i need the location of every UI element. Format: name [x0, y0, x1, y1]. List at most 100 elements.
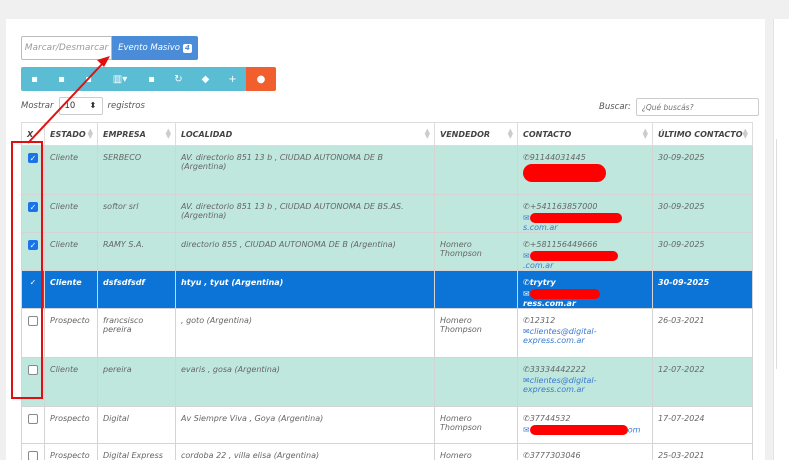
- phone-icon: ✆: [523, 451, 530, 460]
- table-row[interactable]: Cliente pereira evaris , gosa (Argentina…: [21, 357, 753, 407]
- col-ultimo-contacto[interactable]: ÚLTIMO CONTACTO ▲ ▼: [652, 122, 753, 146]
- contact-phone: 33334442222: [529, 365, 586, 374]
- cell-localidad: Av Siempre Viva , Goya (Argentina): [175, 406, 435, 444]
- page-length-value: 10: [64, 101, 76, 111]
- cell-vendedor: [434, 357, 518, 407]
- cell-localidad: AV. directorio 851 13 b , CIUDAD AUTONOM…: [175, 145, 435, 195]
- excel-icon[interactable]: ▪: [48, 67, 75, 91]
- table-row[interactable]: Prospecto francsisco pereira , goto (Arg…: [21, 308, 753, 358]
- annotation-highlight-box: [11, 141, 43, 399]
- cell-estado: Cliente: [44, 357, 98, 407]
- search-control: Buscar:: [599, 98, 759, 116]
- search-label: Buscar:: [599, 102, 631, 112]
- table-row[interactable]: ✓ Cliente RAMY S.A. directorio 855 , CIU…: [21, 232, 753, 271]
- contact-phone: 37744532: [529, 414, 571, 423]
- cell-empresa: softor srl: [97, 194, 176, 233]
- pdf-icon[interactable]: ▪: [138, 67, 165, 91]
- selected-count-badge: 4: [182, 43, 192, 53]
- col-estado[interactable]: ESTADO ▲ ▼: [44, 122, 98, 146]
- col-localidad[interactable]: LOCALIDAD ▲ ▼: [175, 122, 435, 146]
- table-row[interactable]: Prospecto Digital Express cordoba 22 , v…: [21, 443, 753, 460]
- cell-estado: Cliente: [44, 232, 98, 271]
- cell-ultimo: 12-07-2022: [652, 357, 753, 407]
- col-empresa[interactable]: EMPRESA ▲ ▼: [97, 122, 176, 146]
- cell-contacto: ✆33334442222 ✉clientes@digital-express.c…: [517, 357, 653, 407]
- contact-email: om: [627, 425, 641, 435]
- mail-icon: ✉: [523, 251, 530, 261]
- table-header-row: X ESTADO ▲ ▼ EMPRESA ▲ ▼ LOCALIDAD ▲ ▼ VENDEDO…: [21, 122, 753, 146]
- search-input[interactable]: [635, 98, 759, 116]
- phone-icon: ✆: [523, 316, 530, 325]
- mail-icon: ✉: [523, 289, 530, 299]
- cell-contacto: ✆12312 ✉clientes@digital-express.com.ar: [517, 308, 653, 358]
- cell-estado: Prospecto: [44, 406, 98, 444]
- cell-localidad: htyu , tyut (Argentina): [175, 270, 435, 309]
- cell-empresa: Digital Express: [97, 443, 176, 460]
- cell-empresa: RAMY S.A.: [97, 232, 176, 271]
- contact-phone: +541163857000: [529, 202, 598, 211]
- contact-phone: 12312: [529, 316, 556, 325]
- cell-estado: Prospecto: [44, 443, 98, 460]
- row-checkbox[interactable]: [28, 451, 38, 460]
- page-length-control: Mostrar 10 ⬍ registros: [21, 97, 145, 115]
- cell-contacto: ✆37744532 ✉ om: [517, 406, 653, 444]
- contact-phone: 91144031445: [529, 153, 586, 162]
- contact-phone: 3777303046: [529, 451, 581, 460]
- add-icon[interactable]: +: [219, 67, 246, 91]
- mass-action-group: Marcar/Desmarcar Evento Masivo 4: [21, 36, 198, 60]
- phone-icon: ✆: [523, 365, 530, 374]
- contact-phone: +581156449666: [529, 240, 598, 249]
- table-row[interactable]: ✓ Cliente SERBECO AV. directorio 851 13 …: [21, 145, 753, 195]
- cell-localidad: , goto (Argentina): [175, 308, 435, 358]
- cell-contacto: ✆+581156449666 ✉.com.ar: [517, 232, 653, 271]
- page-length-select[interactable]: 10 ⬍: [58, 97, 103, 115]
- mail-icon: ✉: [523, 327, 530, 336]
- contact-email: s.com.ar: [523, 223, 558, 232]
- copy-icon[interactable]: ▪: [21, 67, 48, 91]
- col-contacto[interactable]: CONTACTO ▲ ▼: [517, 122, 653, 146]
- redaction-mark: [529, 289, 600, 299]
- cell-estado: Cliente: [44, 194, 98, 233]
- cell-localidad: directorio 855 , CIUDAD AUTONOMA DE B (A…: [175, 232, 435, 271]
- cell-estado: Cliente: [44, 270, 98, 309]
- col-vendedor[interactable]: VENDEDOR ▲ ▼: [434, 122, 518, 146]
- cell-ultimo: 26-03-2021: [652, 308, 753, 358]
- mail-icon: ✉: [523, 425, 530, 435]
- cell-ultimo: 17-07-2024: [652, 406, 753, 444]
- cell-contacto: ✆3777303046: [517, 443, 653, 460]
- cell-contacto: ✆+541163857000 ✉s.com.ar: [517, 194, 653, 233]
- cell-ultimo: 30-09-2025: [652, 232, 753, 271]
- toggle-select-all-button[interactable]: Marcar/Desmarcar: [21, 36, 112, 60]
- cell-empresa: dsfsdfsdf: [97, 270, 176, 309]
- refresh-icon[interactable]: ↻: [165, 67, 192, 91]
- phone-icon: ✆: [523, 153, 530, 162]
- print-icon[interactable]: ▪: [75, 67, 102, 91]
- mail-icon: ✉: [523, 376, 530, 385]
- mass-event-button[interactable]: Evento Masivo 4: [112, 36, 198, 60]
- record-icon[interactable]: ●: [246, 67, 276, 91]
- redaction-mark: [529, 425, 628, 435]
- length-prefix: Mostrar: [21, 101, 54, 111]
- cell-ultimo: 25-03-2021: [652, 443, 753, 460]
- contact-email: clientes@digital-express.com.ar: [523, 327, 597, 345]
- cell-ultimo: 30-09-2025: [652, 270, 753, 309]
- redaction-mark: [529, 251, 618, 261]
- eraser-icon[interactable]: ◆: [192, 67, 219, 91]
- table-row[interactable]: ✓ Cliente softor srl AV. directorio 851 …: [21, 194, 753, 233]
- cell-ultimo: 30-09-2025: [652, 194, 753, 233]
- phone-icon: ✆: [523, 278, 530, 287]
- table-row[interactable]: Prospecto Digital Av Siempre Viva , Goya…: [21, 406, 753, 444]
- cell-vendedor: Homero Thompson: [434, 443, 518, 460]
- redaction-mark: [523, 164, 606, 182]
- row-checkbox[interactable]: [28, 414, 38, 424]
- cell-vendedor: Homero Thompson: [434, 406, 518, 444]
- cell-localidad: AV. directorio 851 13 b , CIUDAD AUTONOM…: [175, 194, 435, 233]
- export-toolbar: ▪ ▪ ▪ ▥▾ ▪ ↻ ◆ + ●: [21, 67, 276, 91]
- cell-ultimo: 30-09-2025: [652, 145, 753, 195]
- mail-icon: ✉: [523, 213, 530, 223]
- contact-email: clientes@digital-express.com.ar: [523, 376, 597, 394]
- columns-dropdown-icon[interactable]: ▥▾: [102, 67, 138, 91]
- table-row-selected[interactable]: ✓ Cliente dsfsdfsdf htyu , tyut (Argenti…: [21, 270, 753, 309]
- cell-empresa: Digital: [97, 406, 176, 444]
- cell-estado: Prospecto: [44, 308, 98, 358]
